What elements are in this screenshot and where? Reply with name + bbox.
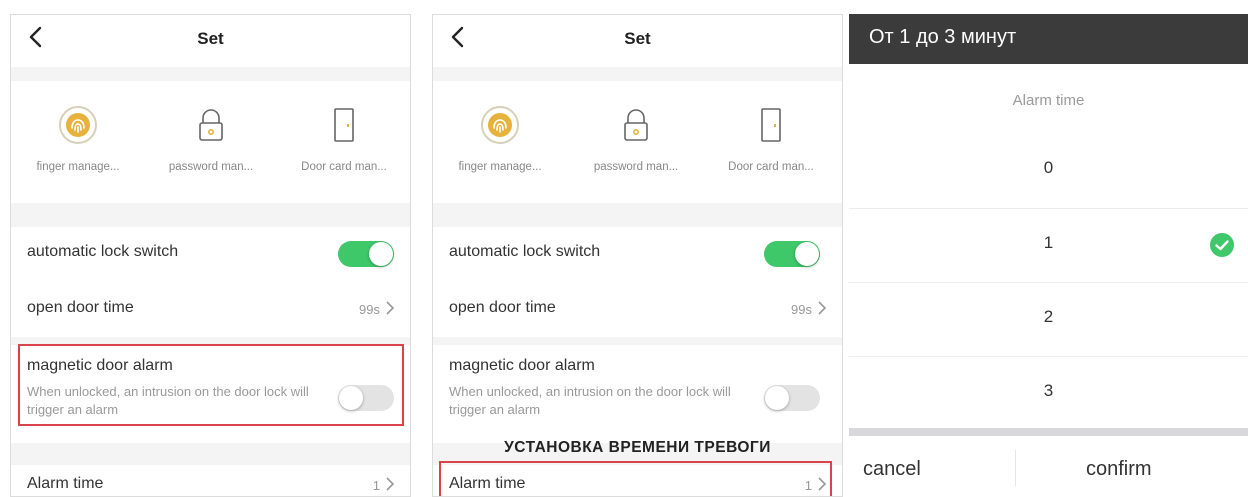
door-icon — [324, 105, 364, 145]
magnetic-door-alarm-row: magnetic door alarm When unlocked, an in… — [433, 345, 842, 443]
option-label: 3 — [1043, 381, 1054, 400]
open-door-time-row[interactable]: open door time 99s — [11, 283, 410, 337]
button-divider — [1015, 450, 1016, 486]
picker-option-3[interactable]: 3 — [849, 356, 1248, 430]
magnetic-alarm-toggle[interactable] — [764, 385, 820, 411]
picker-option-1[interactable]: 1 — [849, 208, 1248, 282]
open-door-time-value: 99s — [359, 302, 380, 317]
nav-bar: Set — [433, 15, 842, 67]
quick-action-label: finger manage... — [458, 161, 542, 173]
magnetic-alarm-title: magnetic door alarm — [27, 357, 173, 374]
picker-subtitle: Alarm time — [1012, 92, 1085, 109]
alarm-time-value: 1 — [804, 478, 812, 493]
quick-actions: finger manage... password man... Door ca… — [433, 81, 842, 203]
settings-screen-left: Set finger manage... password man... Doo… — [10, 14, 411, 497]
settings-group: automatic lock switch open door time 99s — [11, 227, 410, 337]
quick-actions: finger manage... password man... Door ca… — [11, 81, 410, 203]
lock-icon — [191, 105, 231, 145]
open-door-time-label: open door time — [449, 299, 556, 316]
automatic-lock-label: automatic lock switch — [27, 243, 179, 260]
automatic-lock-toggle[interactable] — [764, 241, 820, 267]
option-label: 0 — [1043, 158, 1054, 177]
open-door-time-row[interactable]: open door time 99s — [433, 283, 842, 337]
settings-group: automatic lock switch open door time 99s — [433, 227, 842, 337]
alarm-time-inner: Alarm time 1 — [11, 459, 410, 496]
quick-action-label: Door card man... — [301, 161, 387, 173]
picker-header-text: От 1 до 3 минут — [869, 26, 1017, 48]
quick-action-label: finger manage... — [36, 161, 120, 173]
page-title: Set — [624, 29, 651, 48]
automatic-lock-label: automatic lock switch — [449, 243, 601, 260]
door-icon — [751, 105, 791, 145]
finger-manage-button[interactable]: finger manage... — [13, 105, 143, 173]
alarm-time-label: Alarm time — [27, 475, 104, 492]
automatic-lock-row: automatic lock switch — [433, 227, 842, 281]
door-card-manage-button[interactable]: Door card man... — [706, 105, 836, 173]
alarm-time-row[interactable]: Alarm time 1 — [433, 465, 842, 496]
automatic-lock-row: automatic lock switch — [11, 227, 410, 281]
alarm-time-row[interactable]: Alarm time 1 — [11, 465, 410, 496]
cancel-button[interactable]: cancel — [863, 458, 921, 497]
password-manage-button[interactable]: password man... — [146, 105, 276, 173]
picker-option-2[interactable]: 2 — [849, 282, 1248, 356]
quick-action-label: password man... — [168, 161, 254, 173]
finger-manage-button[interactable]: finger manage... — [435, 105, 565, 173]
screenshot-collage: Set finger manage... password man... Doo… — [0, 0, 1248, 497]
chevron-right-icon — [816, 476, 828, 492]
settings-screen-middle: Set finger manage... password man... Doo… — [432, 14, 843, 497]
lock-icon — [616, 105, 656, 145]
password-manage-button[interactable]: password man... — [571, 105, 701, 173]
quick-action-label: Door card man... — [728, 161, 814, 173]
confirm-button[interactable]: confirm — [1086, 458, 1152, 497]
alarm-time-value: 1 — [372, 478, 380, 493]
fingerprint-icon — [58, 105, 98, 145]
door-card-manage-button[interactable]: Door card man... — [279, 105, 409, 173]
alarm-time-picker: От 1 до 3 минут Alarm time 0 1 2 3 cance… — [849, 14, 1248, 497]
page-title: Set — [197, 29, 224, 48]
chevron-right-icon — [384, 476, 396, 492]
quick-action-label: password man... — [593, 161, 679, 173]
magnetic-alarm-toggle[interactable] — [338, 385, 394, 411]
option-label: 1 — [1043, 233, 1054, 252]
picker-header: От 1 до 3 минут — [849, 14, 1248, 64]
nav-bar: Set — [11, 15, 410, 67]
option-label: 2 — [1043, 307, 1054, 326]
magnetic-alarm-description: When unlocked, an intrusion on the door … — [27, 384, 309, 417]
open-door-time-value: 99s — [791, 302, 812, 317]
chevron-right-icon — [384, 300, 396, 316]
picker-separator — [849, 428, 1248, 436]
alarm-time-inner: Alarm time 1 — [433, 459, 842, 496]
magnetic-alarm-description: When unlocked, an intrusion on the door … — [449, 384, 731, 417]
fingerprint-icon — [480, 105, 520, 145]
section-caption: УСТАНОВКА ВРЕМЕНИ ТРЕВОГИ — [504, 439, 771, 456]
chevron-right-icon — [816, 300, 828, 316]
open-door-time-label: open door time — [27, 299, 134, 316]
checkmark-icon — [1210, 233, 1234, 257]
picker-option-0[interactable]: 0 — [849, 134, 1248, 208]
magnetic-door-alarm-row: magnetic door alarm When unlocked, an in… — [11, 345, 410, 443]
automatic-lock-toggle[interactable] — [338, 241, 394, 267]
alarm-time-label: Alarm time — [449, 475, 526, 492]
magnetic-alarm-title: magnetic door alarm — [449, 357, 595, 374]
